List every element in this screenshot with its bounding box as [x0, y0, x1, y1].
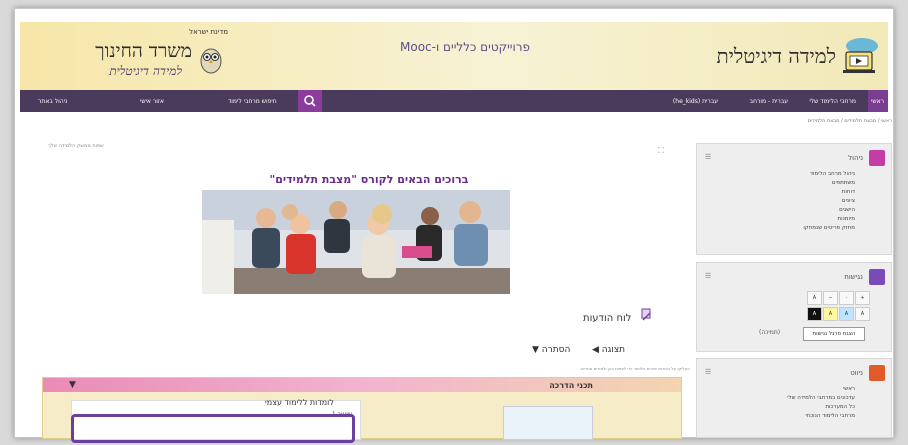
font-reset-button[interactable]: ·	[839, 291, 854, 305]
search-button[interactable]	[298, 90, 322, 112]
admin-item[interactable]: מיומנות	[803, 215, 855, 224]
admin-list: ניהול מרחב הלימוד משתתפים דוחות ציונים ה…	[803, 170, 855, 233]
fullscreen-icon[interactable]: ⛶	[658, 146, 664, 156]
nav-my-area[interactable]: אזור אישי	[140, 98, 164, 105]
navigation-block-icon	[869, 365, 885, 381]
digital-learning-logo[interactable]: למידה דיגיטלית	[690, 26, 880, 86]
admin-item[interactable]: ניהול מרחב הלימוד	[803, 170, 855, 179]
nav-language-switch[interactable]: עברית (he_kids)	[673, 98, 718, 105]
admin-item[interactable]: משתתפים	[803, 179, 855, 188]
nav-tree-item[interactable]: עדכונים במרחבי הלמידה שלי	[787, 394, 855, 403]
news-forum-link[interactable]: לוח הודעות	[583, 313, 631, 324]
highlight-frame	[71, 414, 355, 443]
nav-tree-item[interactable]: ראשי	[787, 385, 855, 394]
nav-tree-item[interactable]: כל המערכות	[787, 403, 855, 412]
accessibility-block-icon	[869, 269, 885, 285]
contrast-blue-button[interactable]: A	[839, 307, 854, 321]
course-section-header[interactable]: תכני הדרכה ▼	[43, 378, 681, 392]
nav-tree-item[interactable]: מרחבי הלימוד הנוכחי	[787, 412, 855, 421]
admin-item[interactable]: מחזק פריטים שנמחקו	[803, 224, 855, 233]
admin-block: ניהול ☰ ניהול מרחב הלימוד משתתפים דוחות …	[696, 143, 892, 255]
help-text: הקליקו על כותרות יחידות הלימוד כדי לצפות…	[580, 366, 690, 371]
ministry-logo[interactable]: מדינת ישראל משרד החינוך למידה דיגיטלית	[28, 28, 228, 84]
breadcrumb[interactable]: ראשי / מבצת תלמידים / מבצת תלמידים	[808, 118, 892, 124]
nav-login[interactable]: ניהול באתר	[38, 98, 67, 105]
language-note[interactable]: שפות ממשק הלמידה שלך	[48, 143, 104, 149]
navigation-list: ראשי עדכונים במרחבי הלמידה שלי כל המערכו…	[787, 385, 855, 421]
accessibility-block: נגישות ☰ A − · + A A A A הצגת סרגל נגישו…	[696, 262, 892, 352]
block-menu-icon[interactable]: ☰	[705, 368, 711, 376]
admin-item[interactable]: דוחות	[803, 188, 855, 197]
welcome-title: ברוכים הבאים לקורס "מצבת תלמידים"	[269, 173, 469, 186]
accessibility-controls: A − · + A A A A	[807, 291, 885, 325]
banner-title: פרוייקטים כלליים ו-Mooc	[400, 40, 531, 54]
admin-block-title: ניהול	[848, 154, 863, 162]
classroom-photo	[202, 190, 510, 294]
guide-thumbnail[interactable]	[503, 406, 593, 440]
support-note[interactable]: (תמיכה)	[759, 329, 780, 336]
nav-home[interactable]: ראשי	[868, 90, 888, 112]
site-banner: מדינת ישראל משרד החינוך למידה דיגיטלית פ…	[20, 22, 888, 90]
owl-icon	[200, 48, 222, 74]
contrast-yellow-button[interactable]: A	[823, 307, 838, 321]
display-toggle[interactable]: תצוגה ◀	[592, 345, 625, 355]
font-increase-button[interactable]: +	[855, 291, 870, 305]
ministry-top-label: מדינת ישראל	[189, 28, 228, 36]
admin-item[interactable]: הישגים	[803, 206, 855, 215]
font-size-icon[interactable]: A	[807, 291, 822, 305]
navigation-block: ניווט ☰ ראשי עדכונים במרחבי הלמידה שלי כ…	[696, 358, 892, 438]
font-decrease-button[interactable]: −	[823, 291, 838, 305]
search-icon	[304, 95, 316, 107]
admin-item[interactable]: ציונים	[803, 197, 855, 206]
search-input[interactable]: חיפוש מרחבי לימוד	[228, 98, 277, 105]
accessibility-block-title: נגישות	[844, 273, 863, 281]
laptop-cloud-icon	[843, 38, 878, 73]
digital-learning-title: למידה דיגיטלית	[716, 44, 836, 68]
guide-label: תכני הדרכה	[549, 381, 593, 390]
admin-block-icon	[869, 150, 885, 166]
nav-my-courses[interactable]: מרחבי הלימוד שלי	[809, 98, 856, 105]
block-menu-icon[interactable]: ☰	[705, 153, 711, 161]
accessibility-toolbar-button[interactable]: הצגת סרגל נגישות	[803, 327, 865, 341]
classroom-illustration	[202, 190, 510, 294]
collapse-arrow-icon[interactable]: ▼	[69, 380, 76, 390]
main-navbar: ראשי מרחבי הלימוד שלי עברית - מורחב עברי…	[20, 90, 888, 112]
contrast-default-button[interactable]: A	[855, 307, 870, 321]
nav-extras[interactable]: עברית - מורחב	[750, 98, 788, 105]
navigation-block-title: ניווט	[850, 369, 863, 377]
selfstudy-label: לומדות ללימוד עצמי	[265, 398, 334, 407]
ministry-subtitle: למידה דיגיטלית	[109, 64, 182, 78]
forum-icon	[641, 308, 651, 321]
block-menu-icon[interactable]: ☰	[705, 272, 711, 280]
hide-toggle[interactable]: הסתרה ▼	[532, 345, 570, 355]
contrast-dark-button[interactable]: A	[807, 307, 822, 321]
ministry-name: משרד החינוך	[95, 40, 192, 62]
